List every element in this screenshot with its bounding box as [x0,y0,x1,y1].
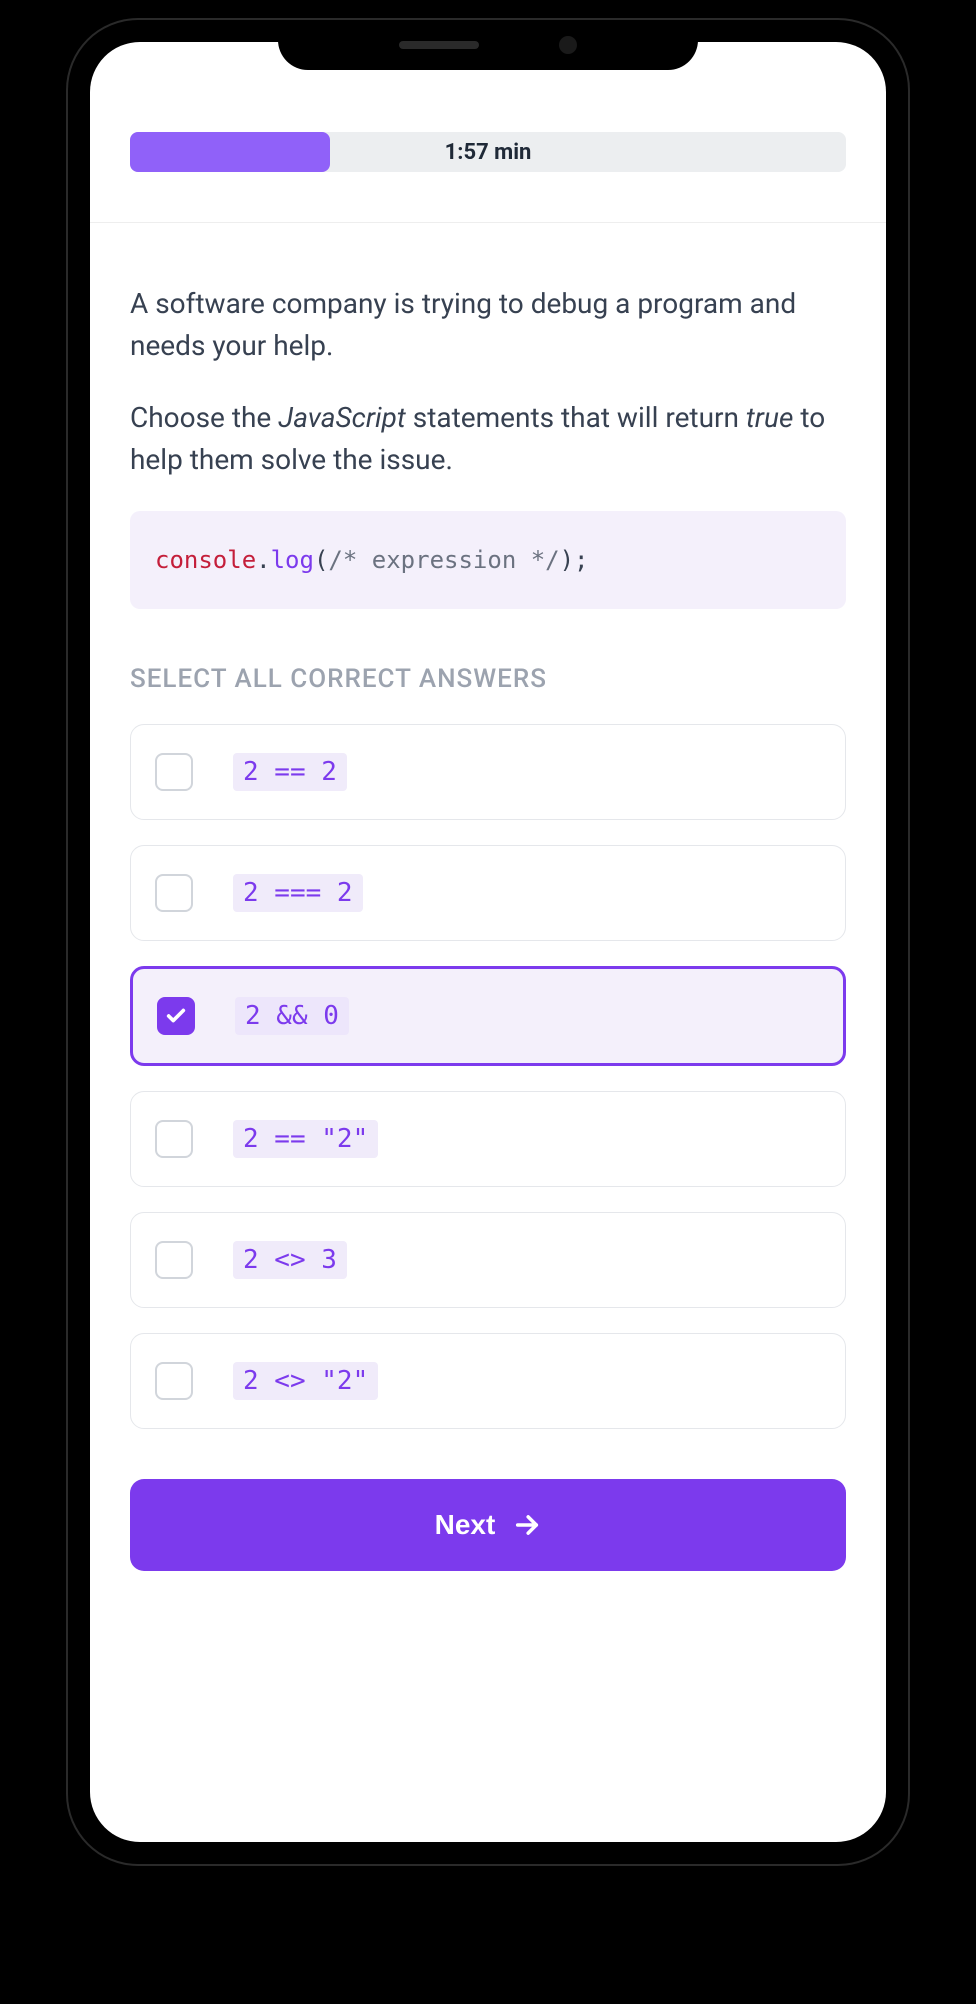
code-dot: . [256,546,270,574]
options-list: 2 == 2 2 === 2 2 && 0 2 == "2" 2 <> 3 2 <> "2… [130,724,846,1429]
next-button-label: Next [435,1509,496,1541]
checkbox[interactable] [157,997,195,1035]
question-intro: A software company is trying to debug a … [130,283,846,367]
prompt-text-2: statements that will return [406,401,746,434]
answer-option-4[interactable]: 2 <> 3 [130,1212,846,1308]
option-code: 2 && 0 [235,997,349,1035]
prompt-true: true [746,401,793,434]
answer-option-0[interactable]: 2 == 2 [130,724,846,820]
phone-frame: 1:57 min A software company is trying to… [68,20,908,1864]
code-close-paren: ); [560,546,589,574]
notch-camera [559,36,577,54]
option-code: 2 <> "2" [233,1362,378,1400]
progress-bar: 1:57 min [130,132,846,172]
option-code: 2 == "2" [233,1120,378,1158]
divider [90,222,886,223]
notch-speaker [399,41,479,49]
next-button[interactable]: Next [130,1479,846,1571]
code-log: log [271,546,314,574]
code-open-paren: ( [314,546,328,574]
content-area: 1:57 min A software company is trying to… [90,42,886,1611]
arrow-right-icon [513,1511,541,1539]
code-block: console.log(/* expression */); [130,511,846,609]
prompt-text-1: Choose the [130,401,278,434]
timer-text: 1:57 min [445,140,532,165]
question-prompt: Choose the JavaScript statements that wi… [130,397,846,481]
answer-option-2[interactable]: 2 && 0 [130,966,846,1066]
checkbox[interactable] [155,1362,193,1400]
phone-notch [278,20,698,70]
progress-fill [130,132,330,172]
code-comment: /* expression */ [328,546,559,574]
code-console: console [155,546,256,574]
checkbox[interactable] [155,874,193,912]
checkbox[interactable] [155,1241,193,1279]
checkbox[interactable] [155,1120,193,1158]
option-code: 2 == 2 [233,753,347,791]
check-icon [165,1005,187,1027]
checkbox[interactable] [155,753,193,791]
answer-option-3[interactable]: 2 == "2" [130,1091,846,1187]
answer-option-5[interactable]: 2 <> "2" [130,1333,846,1429]
phone-screen: 1:57 min A software company is trying to… [90,42,886,1842]
instruction-label: SELECT ALL CORRECT ANSWERS [130,664,846,694]
option-code: 2 <> 3 [233,1241,347,1279]
prompt-javascript: JavaScript [278,401,406,434]
option-code: 2 === 2 [233,874,363,912]
answer-option-1[interactable]: 2 === 2 [130,845,846,941]
